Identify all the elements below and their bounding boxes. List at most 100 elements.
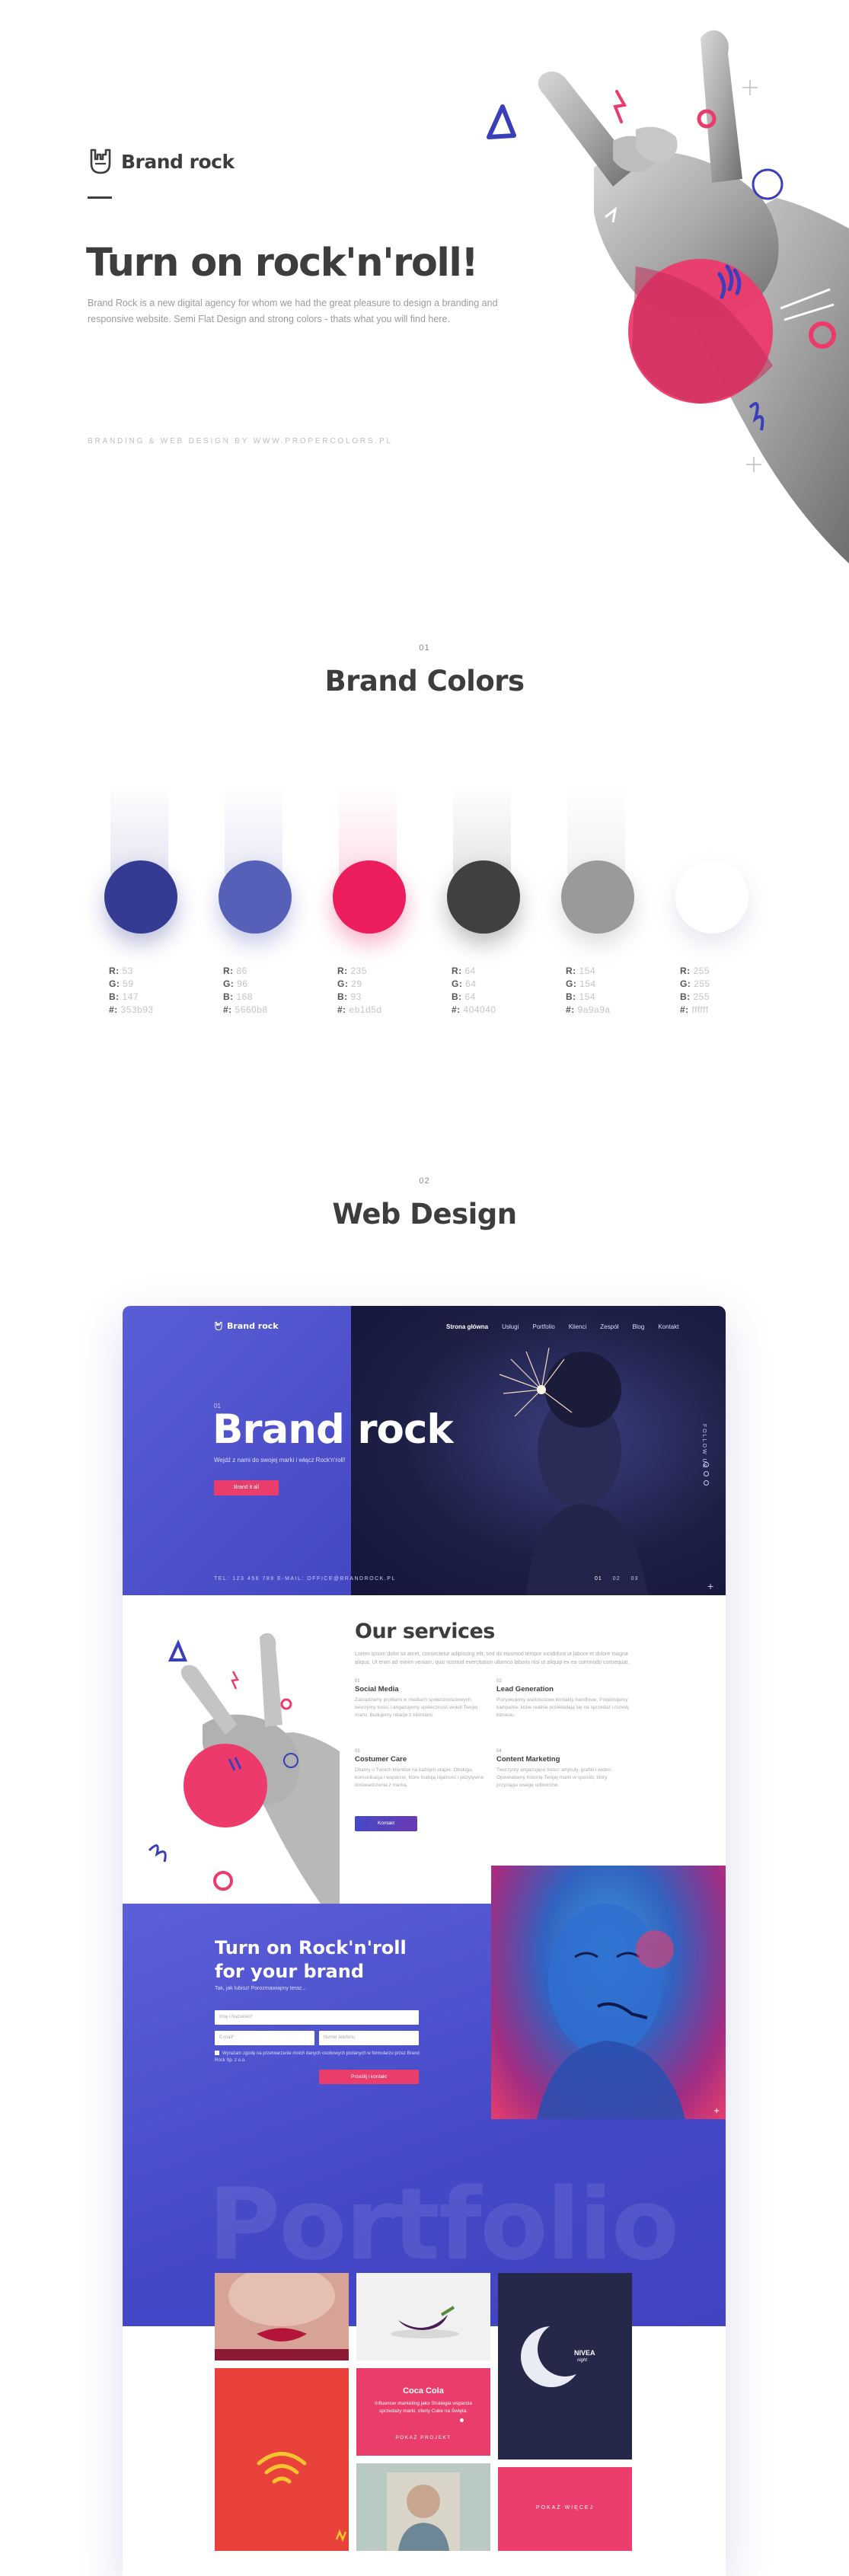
color-swatch (330, 784, 406, 946)
nav-item-portfolio[interactable]: Portfolio (532, 1323, 554, 1330)
slide-page[interactable]: 01 (595, 1576, 602, 1582)
swatch-values: R: 154 G: 154 B: 154 #: 9a9a9a (566, 965, 672, 1017)
swatch-values: R: 86 G: 96 B: 168 #: 5660b8 (223, 965, 330, 1017)
consent-checkbox[interactable]: Wyrażam zgodę na przetwarzanie moich dan… (215, 2051, 420, 2064)
cta-submit-button[interactable]: Prześlij i kontakt (319, 2070, 419, 2084)
mock-nav-menu: Strona główna Usługi Portfolio Klienci Z… (446, 1323, 678, 1330)
eggplant-photo (391, 2306, 459, 2338)
nav-item-blog[interactable]: Blog (632, 1323, 644, 1330)
cocacola-link[interactable]: POKAŻ PROJEKT (356, 2435, 490, 2440)
cta-title: Turn on Rock'n'roll for your brand (215, 1936, 443, 1984)
service-name: Content Marketing (496, 1755, 560, 1764)
nivea-moon-photo (521, 2322, 592, 2387)
nav-item-clients[interactable]: Klienci (569, 1323, 587, 1330)
swatch-value: 154 (579, 991, 596, 1002)
lips-photo (215, 2273, 349, 2361)
portfolio-tile-cocacola[interactable]: Coca Cola Influencer marketing jako Stra… (356, 2368, 490, 2456)
mock-hero-subtitle: Wejdź z nami do swojej marki i włącz Roc… (214, 1457, 346, 1464)
service-text: Pozyskujemy wartościowe kontakty handlow… (496, 1697, 629, 1718)
swatch-values: R: 235 G: 29 B: 93 #: eb1d5d (337, 965, 444, 1017)
nav-item-home[interactable]: Strona główna (446, 1323, 488, 1330)
phone-field[interactable]: Numer telefonu (319, 2031, 419, 2045)
swatch-value: 154 (579, 978, 596, 989)
wifi-icon (257, 2452, 347, 2542)
mock-hero-contact: TEL: 123 456 789 E-MAIL: OFFICE@BRANDROC… (214, 1576, 396, 1582)
swatch-label: G: (223, 978, 238, 989)
swatch-values: R: 53 G: 59 B: 147 #: 353b93 (109, 965, 215, 1017)
instagram-icon[interactable] (704, 1471, 709, 1476)
nav-item-team[interactable]: Zespół (600, 1323, 618, 1330)
service-name: Social Media (355, 1685, 399, 1693)
hero-description: Brand Rock is a new digital agency for w… (88, 298, 498, 324)
swatch-value: 255 (694, 978, 710, 989)
section-title: Web Design (332, 1198, 517, 1231)
swatch-value: 255 (693, 991, 710, 1002)
dot-icon (460, 2418, 464, 2422)
service-item: 01 Social Media Zarządzamy profilami w m… (355, 1679, 488, 1719)
service-name: Costumer Care (355, 1755, 407, 1764)
portfolio-tile-wifi[interactable] (215, 2368, 349, 2551)
portfolio-tile-portrait[interactable] (356, 2463, 490, 2551)
nivea-brand: NIVEA (574, 2349, 595, 2357)
portfolio-tile-lips[interactable] (215, 2273, 349, 2361)
swatch-value: 64 (464, 966, 476, 976)
swatch-label: #: (566, 1004, 578, 1015)
swatch-value: ffffff (691, 1004, 709, 1015)
swatch-label: #: (109, 1004, 121, 1015)
nav-item-contact[interactable]: Kontakt (658, 1323, 678, 1330)
service-number: 04 (496, 1749, 502, 1754)
brand-name: Brand rock (121, 150, 235, 173)
checkbox-box[interactable] (215, 2051, 219, 2056)
name-field[interactable]: Imię i Nazwisko* (215, 2010, 419, 2025)
swatch-value: 29 (351, 978, 362, 989)
swatch-circle (447, 860, 520, 934)
swatch-values: R: 255 G: 255 B: 255 #: ffffff (680, 965, 787, 1017)
swatch-label: #: (223, 1004, 235, 1015)
mock-hero-button[interactable]: Brand it all (214, 1480, 279, 1495)
service-name: Lead Generation (496, 1685, 554, 1693)
swatch-circle (675, 860, 748, 934)
swatch-value: 9a9a9a (577, 1004, 611, 1015)
swatch-circle (219, 860, 292, 934)
swatch-circle (561, 860, 634, 934)
linkedin-icon[interactable] (704, 1480, 709, 1486)
swatch-label: #: (452, 1004, 464, 1015)
portrait-photo (387, 2472, 460, 2551)
swatch-value: 154 (579, 966, 596, 976)
color-swatch (215, 784, 292, 946)
service-number: 01 (355, 1679, 360, 1684)
mock-hero-title: Brand rock (212, 1406, 454, 1453)
swatch-label: G: (452, 978, 466, 989)
mock-nav-logo[interactable]: Brand rock (214, 1321, 279, 1331)
swatch-value: eb1d5d (349, 1004, 382, 1015)
rock-hand-icon (215, 1321, 222, 1331)
mock-nav-brand: Brand rock (227, 1321, 279, 1331)
plus-icon: + (713, 2105, 720, 2116)
email-field[interactable]: E-mail* (215, 2031, 314, 2045)
section-number: 02 (419, 1176, 430, 1186)
facebook-icon[interactable] (704, 1462, 709, 1467)
swatch-value: 86 (236, 966, 247, 976)
service-text: Tworzymy angażujące treści: artykuły, gr… (496, 1767, 612, 1788)
show-more-link[interactable]: POKAŻ WIĘCEJ (498, 2505, 632, 2511)
cta-title-line: Turn on Rock'n'roll (215, 1937, 407, 1958)
swatch-value: 404040 (463, 1004, 496, 1015)
portfolio-more-tile[interactable]: POKAŻ WIĘCEJ (498, 2467, 632, 2551)
swatch-value: 5660b8 (235, 1004, 268, 1015)
portfolio-tile-eggplant[interactable] (356, 2273, 490, 2361)
swatch-label: R: (452, 966, 465, 976)
services-contact-button[interactable]: Kontakt (355, 1816, 417, 1831)
swatch-value: 168 (236, 991, 254, 1002)
swatch-value: 53 (122, 966, 133, 976)
portfolio-tile-nivea[interactable]: NIVEA night (498, 2273, 632, 2459)
nav-item-services[interactable]: Usługi (502, 1323, 519, 1330)
swatch-label: R: (223, 966, 237, 976)
hero-title: Turn on rock'n'roll! (86, 241, 479, 286)
swatch-label: B: (452, 991, 465, 1002)
swatch-label: G: (109, 978, 123, 989)
slide-pagination: 01 02 03 (595, 1576, 638, 1582)
swatch-label: G: (680, 978, 694, 989)
service-item: 02 Lead Generation Pozyskujemy wartościo… (496, 1679, 630, 1719)
slide-page[interactable]: 03 (631, 1576, 639, 1582)
slide-page[interactable]: 02 (613, 1576, 621, 1582)
